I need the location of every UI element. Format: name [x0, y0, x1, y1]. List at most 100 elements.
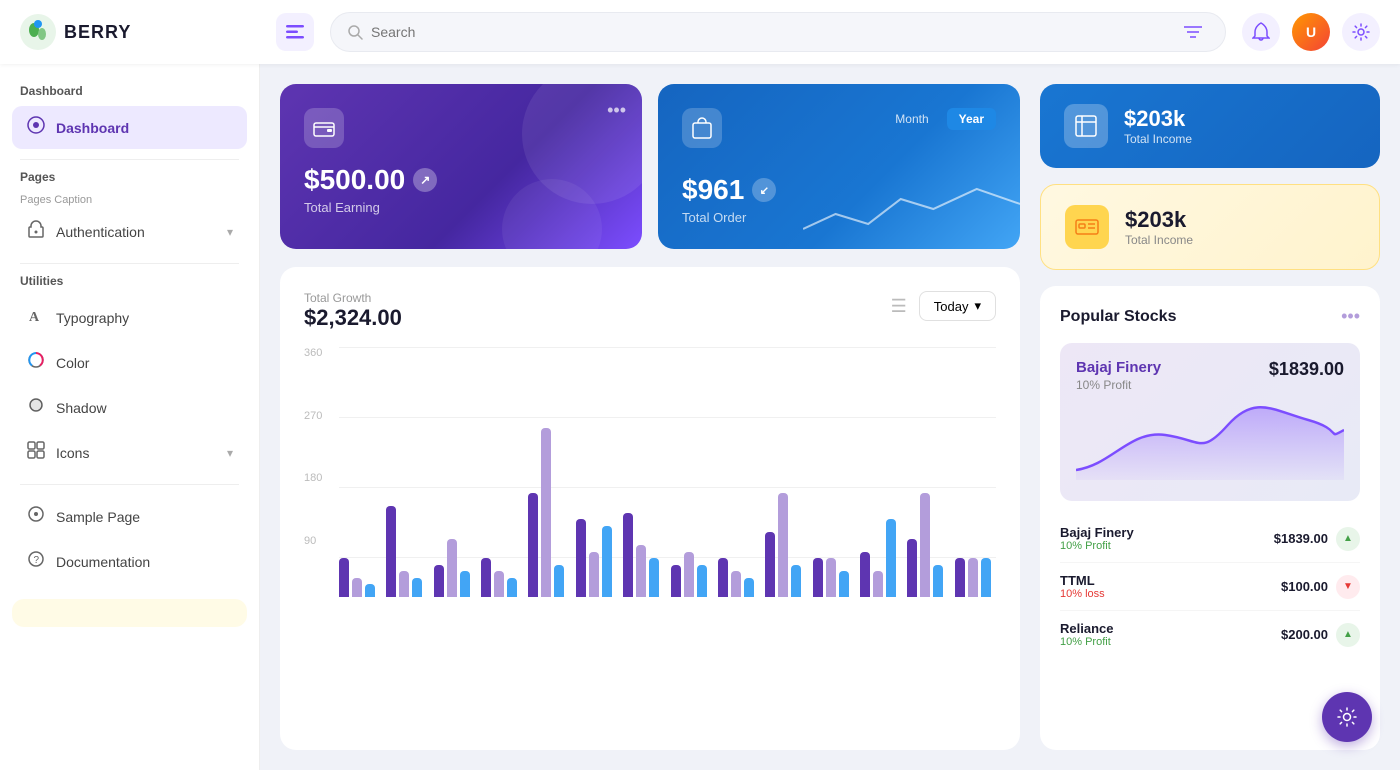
- sidebar-item-color-label: Color: [56, 355, 233, 371]
- featured-stock-chart: [1076, 400, 1344, 480]
- bar-light-1: [399, 571, 409, 597]
- stock-bajaj-price: $1839.00: [1274, 531, 1328, 546]
- bar-blue-12: [933, 565, 943, 598]
- stock-ttml-badge: ▼: [1336, 575, 1360, 599]
- icons-icon: [26, 441, 46, 464]
- sidebar: Dashboard Dashboard Pages Pages Caption …: [0, 64, 260, 770]
- stock-reliance-name: Reliance: [1060, 621, 1281, 636]
- bar-purple-11: [860, 552, 870, 598]
- stocks-more-button[interactable]: •••: [1341, 306, 1360, 327]
- fab-settings-icon: [1336, 706, 1358, 728]
- bar-group-9: [765, 493, 806, 597]
- chart-filter-label: Today: [934, 299, 969, 314]
- toggle-year-button[interactable]: Year: [947, 108, 996, 130]
- chart-menu-icon[interactable]: ☰: [891, 296, 907, 317]
- settings-button[interactable]: [1342, 13, 1380, 51]
- chart-title-area: Total Growth $2,324.00: [304, 291, 402, 331]
- bar-group-0: [339, 558, 380, 597]
- authentication-chevron: ▾: [227, 225, 233, 239]
- sidebar-item-authentication[interactable]: Authentication ▾: [12, 210, 247, 253]
- featured-stock-profit: 10% Profit: [1076, 378, 1344, 392]
- main-layout: Dashboard Dashboard Pages Pages Caption …: [0, 64, 1400, 770]
- chart-header: Total Growth $2,324.00 ☰ Today ▾: [304, 291, 996, 331]
- bar-purple-13: [955, 558, 965, 597]
- search-bar: [330, 12, 1226, 52]
- sidebar-divider-1: [20, 159, 239, 160]
- stock-ttml-name: TTML: [1060, 573, 1281, 588]
- sidebar-item-typography[interactable]: A Typography: [12, 296, 247, 339]
- sidebar-item-shadow[interactable]: Shadow: [12, 386, 247, 429]
- content-area: ••• $500.00 ↗ Total Earning: [260, 64, 1400, 770]
- sidebar-item-shadow-label: Shadow: [56, 400, 233, 416]
- sidebar-item-dashboard[interactable]: Dashboard: [12, 106, 247, 149]
- stocks-card: Popular Stocks ••• Bajaj Finery 10% Prof…: [1040, 286, 1380, 750]
- dashboard-icon: [26, 116, 46, 139]
- bar-purple-8: [718, 558, 728, 597]
- bell-icon: [1252, 22, 1270, 42]
- chart-title: Total Growth: [304, 291, 402, 305]
- bar-blue-7: [697, 565, 707, 598]
- search-input[interactable]: [371, 24, 1169, 40]
- sidebar-item-dashboard-label: Dashboard: [56, 120, 233, 136]
- income-yellow-amount: $203k: [1125, 207, 1193, 233]
- income-blue-label: Total Income: [1124, 132, 1192, 146]
- sidebar-item-sample[interactable]: Sample Page: [12, 495, 247, 538]
- stock-ttml-change: 10% loss: [1060, 588, 1281, 600]
- notification-button[interactable]: [1242, 13, 1280, 51]
- bar-group-12: [907, 493, 948, 597]
- hamburger-button[interactable]: [276, 13, 314, 51]
- sidebar-item-icons[interactable]: Icons ▾: [12, 431, 247, 474]
- bar-light-2: [447, 539, 457, 598]
- stock-row-bajaj[interactable]: Bajaj Finery 10% Profit $1839.00 ▲: [1060, 515, 1360, 563]
- bar-purple-5: [576, 519, 586, 597]
- docs-icon: ?: [26, 550, 46, 573]
- bar-purple-9: [765, 532, 775, 597]
- logo-text: BERRY: [64, 22, 131, 43]
- bar-purple-1: [386, 506, 396, 597]
- sidebar-divider-2: [20, 263, 239, 264]
- featured-stock-card[interactable]: Bajaj Finery 10% Profit $1839.00: [1060, 343, 1360, 501]
- card-income-yellow: $203k Total Income: [1040, 184, 1380, 270]
- content-right: $203k Total Income $203k Total Income: [1040, 84, 1380, 750]
- card-order-top: Month Year: [682, 108, 996, 164]
- top-cards-row: ••• $500.00 ↗ Total Earning: [280, 84, 1020, 249]
- chart-controls: ☰ Today ▾: [891, 291, 996, 321]
- filter-button[interactable]: [1177, 16, 1209, 48]
- card-total-earning: ••• $500.00 ↗ Total Earning: [280, 84, 642, 249]
- avatar[interactable]: U: [1292, 13, 1330, 51]
- bar-light-3: [494, 571, 504, 597]
- bar-group-2: [434, 539, 475, 598]
- card-order-icon: [682, 108, 722, 148]
- logo-area: BERRY: [20, 14, 260, 50]
- stock-row-ttml[interactable]: TTML 10% loss $100.00 ▼: [1060, 563, 1360, 611]
- card-earning-arrow: ↗: [413, 168, 437, 192]
- color-icon: [26, 351, 46, 374]
- svg-text:?: ?: [34, 555, 40, 566]
- bar-light-11: [873, 571, 883, 597]
- bar-blue-13: [981, 558, 991, 597]
- bar-blue-8: [744, 578, 754, 598]
- bar-purple-7: [671, 565, 681, 598]
- chart-filter-button[interactable]: Today ▾: [919, 291, 996, 321]
- bar-blue-2: [460, 571, 470, 597]
- income-blue-text: $203k Total Income: [1124, 106, 1192, 146]
- bar-blue-4: [554, 565, 564, 598]
- stock-reliance-info: Reliance 10% Profit: [1060, 621, 1281, 648]
- settings-icon: [1352, 23, 1370, 41]
- sidebar-item-docs-label: Documentation: [56, 554, 233, 570]
- fab-settings[interactable]: [1322, 692, 1372, 742]
- toggle-month-button[interactable]: Month: [883, 108, 940, 130]
- card-earning-dots[interactable]: •••: [607, 100, 626, 121]
- bar-light-6: [636, 545, 646, 597]
- sidebar-item-color[interactable]: Color: [12, 341, 247, 384]
- shadow-icon: [26, 396, 46, 419]
- sidebar-item-docs[interactable]: ? Documentation: [12, 540, 247, 583]
- income-blue-icon: [1064, 104, 1108, 148]
- bar-light-8: [731, 571, 741, 597]
- stock-row-reliance[interactable]: Reliance 10% Profit $200.00 ▲: [1060, 611, 1360, 658]
- bar-group-1: [386, 506, 427, 597]
- bar-blue-0: [365, 584, 375, 597]
- bar-purple-6: [623, 513, 633, 598]
- authentication-icon: [26, 220, 46, 243]
- shopping-icon: [692, 117, 712, 139]
